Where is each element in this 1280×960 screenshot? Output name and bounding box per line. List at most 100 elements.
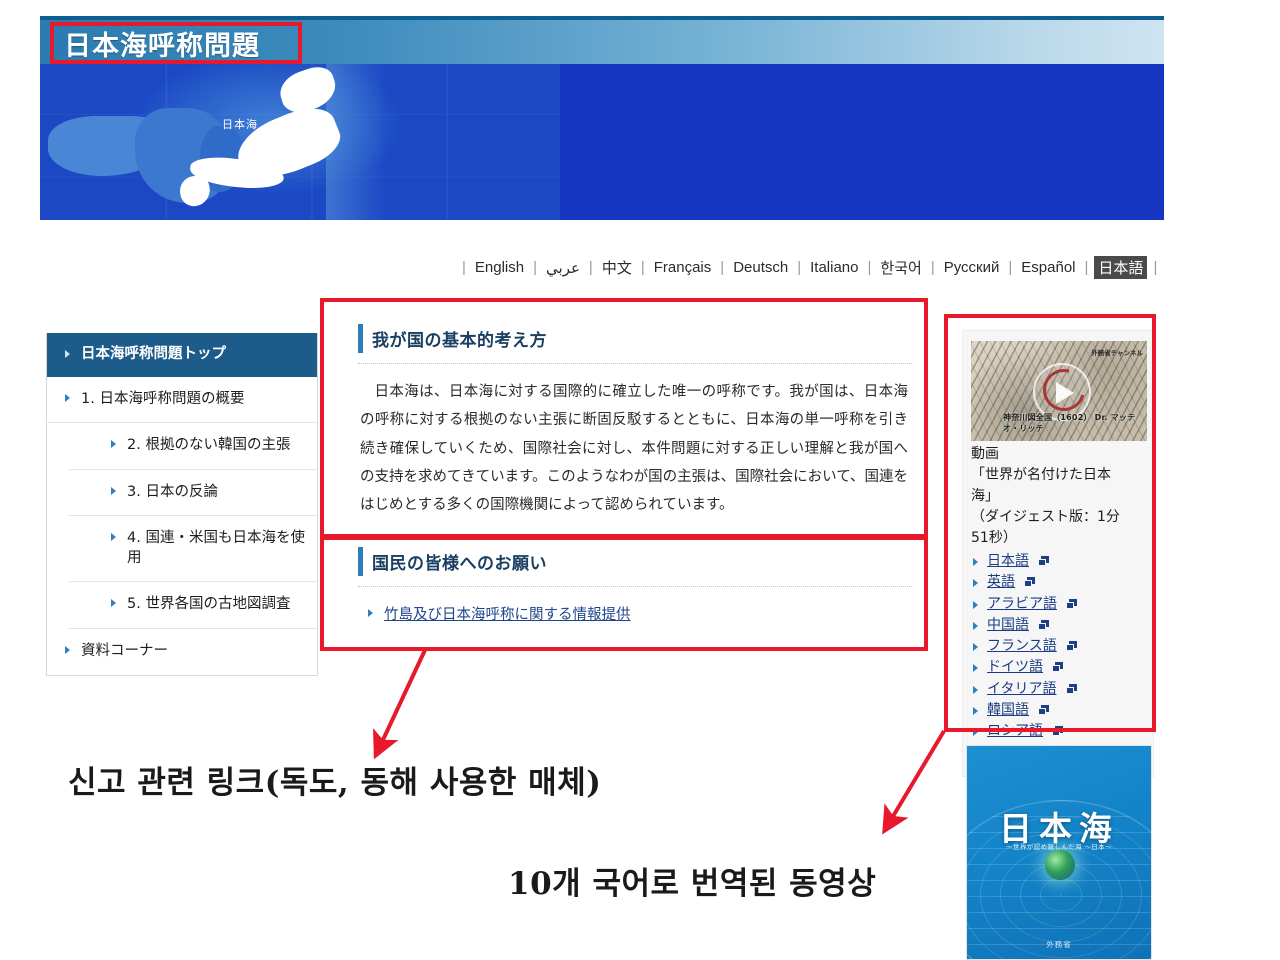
chevron-right-icon	[973, 664, 978, 673]
section-basic-position: 我が国の基本的考え方 日本海は、日本海に対する国際的に確立した唯一の呼称です。我…	[340, 312, 930, 536]
chevron-right-icon	[973, 558, 978, 566]
chevron-right-icon	[973, 621, 978, 630]
chevron-right-icon	[65, 393, 70, 402]
sidebar-item-japan-rebuttal[interactable]: 3. 日本の反論	[69, 470, 317, 517]
sidebar-item-overview[interactable]: 1. 日本海呼称問題の概要	[47, 377, 317, 424]
video-caption: 動画 「世界が名付けた日本 海」 （ダイジェスト版：1分 51秒）	[971, 441, 1145, 549]
chevron-right-icon	[973, 728, 978, 737]
link-label[interactable]: ドイツ語	[987, 659, 1043, 675]
external-window-icon	[1038, 705, 1050, 716]
main-content: 我が国の基本的考え方 日本海は、日本海に対する国際的に確立した唯一の呼称です。我…	[340, 312, 930, 647]
language-selector-bar[interactable]: | English | عربي | 中文 | Français | Deuts…	[462, 256, 1157, 279]
external-window-icon	[1065, 683, 1077, 694]
video-caption-line-4: （ダイジェスト版：1分	[971, 509, 1120, 525]
play-triangle-icon	[1056, 382, 1074, 404]
sidebar-item-korean-claims[interactable]: 2. 根拠のない韓国の主張	[69, 423, 317, 470]
link-label[interactable]: 韓国語	[987, 702, 1029, 718]
chevron-right-icon	[111, 599, 116, 608]
lang-option-chinese[interactable]: 中文	[593, 257, 641, 278]
site-title: 日本海呼称問題	[64, 31, 260, 62]
link-label[interactable]: アラビア語	[987, 596, 1057, 612]
chevron-right-icon	[111, 486, 116, 495]
section-request-to-public: 国民の皆様へのお願い 竹島及び日本海呼称に関する情報提供	[340, 535, 930, 647]
external-window-icon	[1066, 641, 1078, 652]
external-window-icon	[1052, 726, 1064, 737]
arrow-to-note2	[882, 729, 946, 835]
arrow-to-note1	[373, 649, 427, 760]
video-lang-link-german[interactable]: ドイツ語	[971, 657, 1145, 677]
external-window-icon	[1038, 556, 1050, 566]
pamphlet-cover-image[interactable]: 日本海 ～世界が認め親しんだ海 ～日本～ 外務省	[966, 745, 1152, 960]
section-heading: 国民の皆様へのお願い	[372, 554, 547, 575]
section-heading: 我が国の基本的考え方	[372, 331, 547, 351]
video-lang-link-chinese[interactable]: 中国語	[971, 615, 1145, 635]
link-label[interactable]: ロシア語	[987, 723, 1043, 739]
link-label[interactable]: フランス語	[987, 638, 1057, 654]
divider: |	[1084, 259, 1089, 276]
video-caption-line-2: 「世界が名付けた日本	[971, 467, 1111, 483]
chevron-right-icon	[368, 609, 373, 618]
divider: |	[1153, 259, 1158, 276]
chevron-right-icon	[973, 685, 978, 694]
link-label[interactable]: 中国語	[987, 617, 1029, 633]
external-window-icon	[1052, 662, 1064, 673]
video-lang-link-italian[interactable]: イタリア語	[971, 679, 1145, 699]
video-lang-link-arabic[interactable]: アラビア語	[971, 594, 1145, 614]
slide-canvas: 日本海呼称問題 日本海 | English | عربي | 中文 | Fran…	[0, 0, 1280, 960]
sidebar-item-label: 日本海呼称問題トップ	[81, 346, 226, 362]
section-header: 国民の皆様へのお願い	[358, 535, 912, 588]
link-label[interactable]: 英語	[987, 574, 1015, 590]
chevron-right-icon	[973, 643, 978, 652]
sidebar-item-un-us-usage[interactable]: 4. 国連・米国も日本海を使用	[69, 516, 317, 583]
annotation-note-report-links: 신고 관련 링크(독도, 동해 사용한 매체)	[68, 765, 602, 801]
sidebar-item-label: 3. 日本の反論	[127, 483, 218, 500]
video-lang-link-french[interactable]: フランス語	[971, 636, 1145, 656]
link-label[interactable]: イタリア語	[987, 681, 1056, 697]
external-window-icon	[1066, 598, 1078, 609]
lang-option-french[interactable]: Français	[645, 259, 721, 276]
section-link-list: 竹島及び日本海呼称に関する情報提供	[358, 587, 912, 646]
right-panel: 外務省チャンネル 神奈川図全国（1602） Dr. マッテオ・リッチ 動画 「世…	[962, 330, 1154, 777]
chevron-right-icon	[973, 707, 978, 716]
video-lang-link-russian[interactable]: ロシア語	[971, 721, 1145, 741]
video-lang-link-english[interactable]: 英語	[971, 572, 1145, 592]
lang-option-russian[interactable]: Русский	[935, 259, 1009, 276]
video-thumbnail[interactable]: 外務省チャンネル 神奈川図全国（1602） Dr. マッテオ・リッチ	[971, 341, 1147, 441]
lang-option-italian[interactable]: Italiano	[801, 259, 867, 276]
sidebar-item-resources[interactable]: 資料コーナー	[47, 629, 317, 675]
sidebar-item-top[interactable]: 日本海呼称問題トップ	[47, 333, 317, 377]
sidebar-item-label: 4. 国連・米国も日本海を使用	[127, 530, 305, 566]
lang-option-japanese-selected[interactable]: 日本語	[1094, 256, 1148, 279]
video-caption-line-1: 動画	[971, 446, 999, 462]
video-caption-line-5: 51秒）	[971, 530, 1017, 546]
link-info-provision[interactable]: 竹島及び日本海呼称に関する情報提供	[368, 603, 908, 624]
thumbnail-caption-overlay: 神奈川図全国（1602） Dr. マッテオ・リッチ	[1003, 413, 1136, 434]
lang-option-arabic[interactable]: عربي	[537, 259, 589, 277]
lang-option-english[interactable]: English	[466, 259, 533, 276]
sidebar-item-label: 2. 根拠のない韓国の主張	[127, 437, 291, 454]
sidebar-item-label: 5. 世界各国の古地図調査	[127, 596, 291, 613]
sidebar-nav: 日本海呼称問題トップ 1. 日本海呼称問題の概要 2. 根拠のない韓国の主張 3…	[46, 333, 318, 676]
section-header: 我が国の基本的考え方	[358, 312, 912, 364]
chevron-right-icon	[973, 579, 978, 588]
chevron-right-icon	[65, 645, 70, 654]
sidebar-item-old-maps-survey[interactable]: 5. 世界各国の古地図調査	[69, 582, 317, 629]
lang-option-korean[interactable]: 한국어	[871, 257, 930, 278]
annotation-note-translated-video: 10개 국어로 번역된 동영상	[508, 866, 877, 902]
video-language-link-list: 日本語 英語 アラビア語 中国語 フランス語 ドイツ語 イタリア語 韓国語 ロシ…	[971, 551, 1145, 763]
lang-option-german[interactable]: Deutsch	[724, 259, 797, 276]
accent-bar	[358, 324, 363, 353]
video-lang-link-japanese[interactable]: 日本語	[971, 551, 1145, 571]
chevron-right-icon	[111, 440, 116, 449]
section-body-text: 日本海は、日本海に対する国際的に確立した唯一の呼称です。我が国は、日本海の呼称に…	[360, 384, 908, 514]
video-lang-link-korean[interactable]: 韓国語	[971, 700, 1145, 720]
site-banner: 日本海呼称問題 日本海	[40, 16, 1164, 220]
chevron-right-icon	[65, 350, 70, 358]
banner-titlebar: 日本海呼称問題	[40, 16, 1164, 64]
accent-bar	[358, 547, 363, 577]
lang-option-spanish[interactable]: Español	[1012, 259, 1084, 276]
thumbnail-corner-label: 外務省チャンネル	[1091, 349, 1143, 357]
external-window-icon	[1038, 619, 1050, 630]
banner-map-image: 日本海	[40, 64, 1164, 220]
link-label[interactable]: 日本語	[987, 553, 1029, 569]
